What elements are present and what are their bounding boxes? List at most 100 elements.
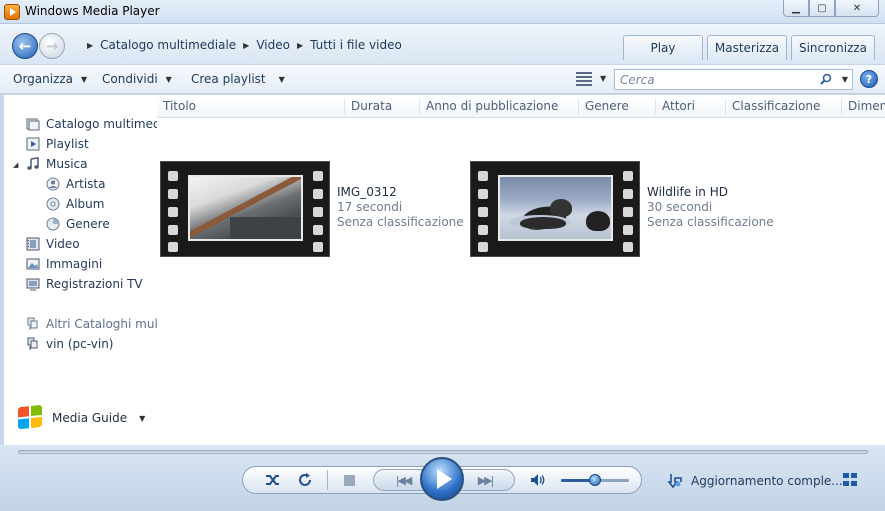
arrow-right-icon: → <box>45 37 59 55</box>
previous-icon: |◀◀ <box>395 473 413 487</box>
organize-menu[interactable]: Organizza ▼ <box>13 72 87 86</box>
search-input[interactable]: Cerca ▼ <box>614 69 853 90</box>
sidebar-item-library[interactable]: Catalogo multimedi <box>26 115 164 133</box>
sidebar-item-label: Catalogo multimedi <box>46 117 164 131</box>
column-rating[interactable]: Classificazione <box>725 99 841 115</box>
sidebar-item-pictures[interactable]: Immagini <box>26 255 102 273</box>
chevron-right-icon[interactable]: ▶ <box>87 41 93 50</box>
organize-label: Organizza <box>13 72 74 86</box>
column-size[interactable]: Dimen <box>841 99 885 115</box>
sidebar-item-genre[interactable]: Genere <box>46 215 110 233</box>
volume-slider-thumb[interactable] <box>589 474 601 486</box>
navigation-bar: ← → ▶ Catalogo multimediale ▶ Video ▶ Tu… <box>0 24 885 64</box>
tab-play[interactable]: Play <box>623 35 703 60</box>
view-options-icon[interactable] <box>576 72 592 86</box>
chevron-right-icon[interactable]: ▶ <box>243 41 249 50</box>
playlist-icon <box>26 137 40 151</box>
column-year[interactable]: Anno di pubblicazione <box>419 99 577 115</box>
chevron-down-icon[interactable]: ▼ <box>842 75 848 84</box>
column-title[interactable]: Titolo <box>157 99 343 115</box>
network-library-icon <box>27 317 38 330</box>
help-icon[interactable]: ? <box>860 70 878 88</box>
play-button[interactable] <box>420 457 464 501</box>
chevron-down-icon[interactable]: ▼ <box>600 74 606 83</box>
window-title: Windows Media Player <box>25 4 160 18</box>
column-duration[interactable]: Durata <box>344 99 418 115</box>
mute-button[interactable] <box>529 472 547 488</box>
video-item[interactable]: Wildlife in HD 30 secondi Senza classifi… <box>470 161 774 257</box>
video-frame-image <box>498 175 613 241</box>
next-icon: ▶▶| <box>477 473 495 487</box>
controls-divider <box>327 470 328 490</box>
navigation-pane: Catalogo multimedi Playlist ◢ Musica Art… <box>4 95 166 445</box>
media-player-app-icon <box>4 4 20 20</box>
maximize-button[interactable]: ▢ <box>809 0 835 17</box>
sidebar-item-remote-library[interactable]: vin (pc-vin) <box>26 335 113 353</box>
sidebar-item-label: Registrazioni TV <box>46 277 143 291</box>
sidebar-item-label: vin (pc-vin) <box>46 337 114 351</box>
sidebar-item-label: Immagini <box>46 257 103 271</box>
close-button[interactable]: ✕ <box>835 0 879 17</box>
video-rating: Senza classificazione <box>647 215 774 229</box>
chevron-down-icon: ▼ <box>139 413 146 423</box>
search-icon[interactable] <box>820 73 832 85</box>
sidebar-item-playlist[interactable]: Playlist <box>26 135 89 153</box>
sidebar-item-other-libraries[interactable]: Altri Cataloghi multi <box>26 315 166 333</box>
video-duration: 17 secondi <box>337 200 403 214</box>
media-guide-button[interactable]: Media Guide ▼ <box>18 404 146 432</box>
chevron-down-icon: ▼ <box>165 74 172 84</box>
share-menu[interactable]: Condividi ▼ <box>102 72 172 86</box>
breadcrumb: ▶ Catalogo multimediale ▶ Video ▶ Tutti … <box>80 38 402 52</box>
column-actors[interactable]: Attori <box>655 99 725 115</box>
artist-icon <box>46 177 60 191</box>
seek-bar[interactable] <box>18 450 868 454</box>
sidebar-item-recorded-tv[interactable]: Registrazioni TV <box>26 275 143 293</box>
tab-strip: Play Masterizza Sincronizza <box>623 35 875 60</box>
switch-to-now-playing-icon[interactable] <box>843 473 861 487</box>
breadcrumb-library[interactable]: Catalogo multimediale <box>100 38 236 52</box>
sidebar-item-artist[interactable]: Artista <box>46 175 106 193</box>
video-icon <box>26 237 40 251</box>
sidebar-item-label: Artista <box>66 177 106 191</box>
forward-button[interactable]: → <box>39 33 65 59</box>
sidebar-item-music[interactable]: Musica <box>26 155 88 173</box>
video-thumbnail[interactable] <box>470 161 640 257</box>
chevron-right-icon[interactable]: ▶ <box>297 41 303 50</box>
library-icon <box>26 118 40 131</box>
shuffle-button[interactable] <box>264 471 282 489</box>
stop-button[interactable] <box>344 475 355 486</box>
create-playlist-label: Crea playlist <box>191 72 266 86</box>
next-button[interactable]: ▶▶| <box>455 469 515 491</box>
sidebar-item-video[interactable]: Video <box>26 235 80 253</box>
sidebar-item-label: Musica <box>46 157 88 171</box>
breadcrumb-all-videos[interactable]: Tutti i file video <box>310 38 402 52</box>
video-thumbnail[interactable] <box>160 161 330 257</box>
column-genre[interactable]: Genere <box>578 99 654 115</box>
arrow-left-icon: ← <box>18 37 32 55</box>
repeat-button[interactable] <box>296 471 314 489</box>
back-button[interactable]: ← <box>12 33 38 59</box>
sidebar-item-label: Album <box>66 197 105 211</box>
content-pane: Titolo Durata Anno di pubblicazione Gene… <box>157 95 885 445</box>
tab-burn[interactable]: Masterizza <box>707 35 787 60</box>
sidebar-item-album[interactable]: Album <box>46 195 104 213</box>
speaker-icon <box>531 474 545 486</box>
search-placeholder: Cerca <box>620 73 655 87</box>
status-text[interactable]: Aggiornamento comple... <box>691 474 843 488</box>
media-guide-label: Media Guide <box>52 411 128 425</box>
repeat-icon <box>299 473 311 486</box>
breadcrumb-video[interactable]: Video <box>256 38 290 52</box>
video-info: Wildlife in HD 30 secondi Senza classifi… <box>647 185 774 257</box>
sidebar-item-label: Video <box>46 237 80 251</box>
genre-icon <box>46 217 60 231</box>
create-playlist-menu[interactable]: Crea playlist ▼ <box>191 72 285 86</box>
windows-logo-icon <box>18 404 44 432</box>
sync-status-icon[interactable] <box>667 472 683 488</box>
minimize-button[interactable]: ▁ <box>783 0 809 17</box>
shuffle-icon <box>266 475 279 485</box>
video-title: IMG_0312 <box>337 185 397 199</box>
music-icon <box>27 157 39 170</box>
tab-sync[interactable]: Sincronizza <box>791 35 875 60</box>
collapse-arrow-icon[interactable]: ◢ <box>13 161 18 169</box>
video-item[interactable]: IMG_0312 17 secondi Senza classificazion… <box>160 161 464 257</box>
